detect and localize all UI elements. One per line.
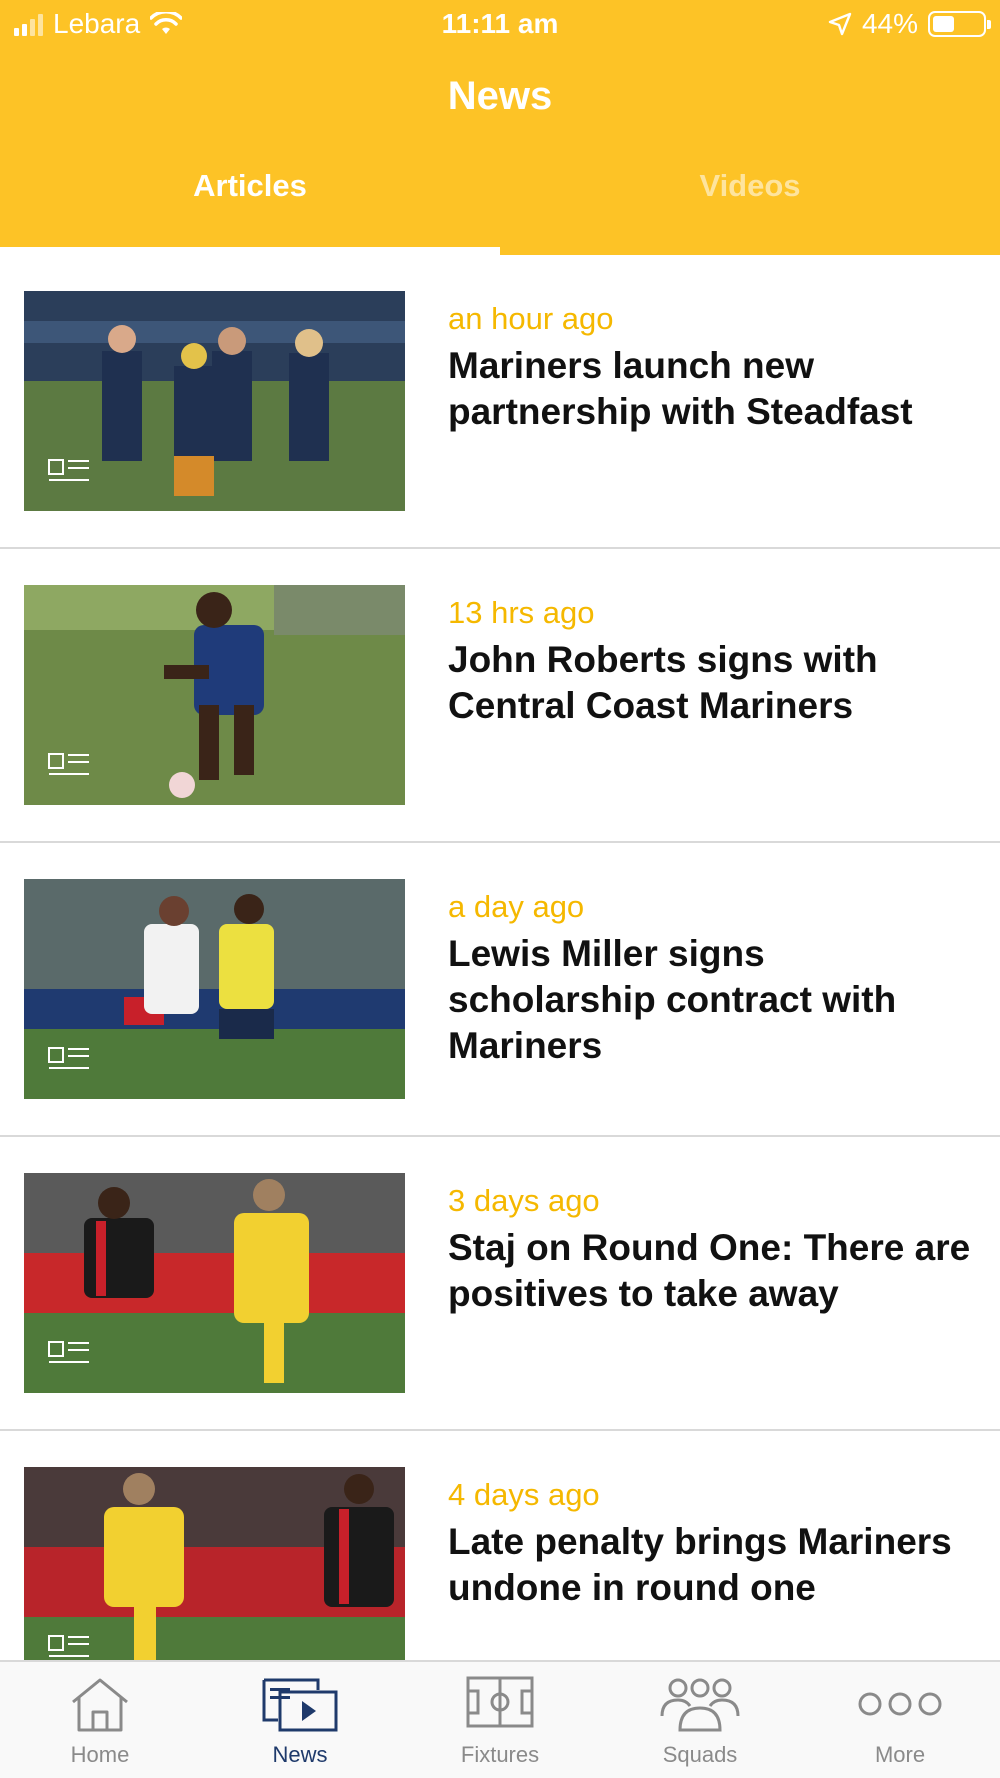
article-text: 3 days ago Staj on Round One: There are … [448, 1181, 978, 1317]
tabbar-more-label: More [874, 1742, 926, 1767]
article-thumbnail [24, 1173, 405, 1393]
segment-tabs: Articles Videos [0, 160, 1000, 255]
pitch-icon [466, 1676, 534, 1728]
article-list[interactable]: an hour ago Mariners launch new partners… [0, 255, 1000, 1660]
article-thumbnail [24, 879, 405, 1099]
article-item[interactable]: 3 days ago Staj on Round One: There are … [0, 1137, 1000, 1431]
article-item[interactable]: an hour ago Mariners launch new partners… [0, 255, 1000, 549]
tab-articles-label: Articles [193, 168, 307, 203]
article-headline: Lewis Miller signs scholarship contract … [448, 933, 897, 1066]
tab-videos-label: Videos [699, 168, 801, 203]
article-icon [48, 753, 89, 775]
article-icon [48, 1047, 89, 1069]
article-text: an hour ago Mariners launch new partners… [448, 299, 978, 435]
article-headline: Staj on Round One: There are positives t… [448, 1227, 971, 1314]
article-time: 3 days ago [448, 1183, 600, 1218]
article-time: a day ago [448, 889, 585, 924]
tab-articles[interactable]: Articles [0, 160, 500, 255]
article-item[interactable]: a day ago Lewis Miller signs scholarship… [0, 843, 1000, 1137]
article-headline: Mariners launch new partnership with Ste… [448, 345, 913, 432]
home-icon [72, 1678, 128, 1732]
status-right: 44% [828, 8, 991, 40]
article-item[interactable]: 13 hrs ago John Roberts signs with Centr… [0, 549, 1000, 843]
article-text: a day ago Lewis Miller signs scholarship… [448, 887, 978, 1069]
tabbar-squads-label: Squads [662, 1742, 738, 1767]
battery-percent: 44% [861, 8, 918, 39]
people-icon [660, 1678, 740, 1732]
article-headline: Late penalty brings Mariners undone in r… [448, 1521, 952, 1608]
active-tab-indicator [0, 247, 500, 255]
header: Lebara 11:11 am 44% News Articles Videos [0, 0, 1000, 255]
penalty-photo-image [24, 1467, 405, 1660]
location-arrow-icon [828, 12, 852, 36]
article-headline: John Roberts signs with Central Coast Ma… [448, 639, 878, 726]
tabbar-fixtures[interactable]: Fixtures [400, 1662, 600, 1778]
article-time: an hour ago [448, 301, 614, 336]
tabbar-squads[interactable]: Squads [600, 1662, 800, 1778]
tabbar-more[interactable]: More [800, 1662, 1000, 1778]
article-icon [48, 459, 89, 481]
tabbar-news[interactable]: News [200, 1662, 400, 1778]
article-thumbnail [24, 585, 405, 805]
tabbar-home[interactable]: Home [0, 1662, 200, 1778]
status-bar: Lebara 11:11 am 44% [0, 0, 1000, 50]
article-thumbnail [24, 1467, 405, 1660]
battery-icon [928, 11, 991, 37]
tabbar-home-label: Home [70, 1742, 130, 1767]
article-time: 4 days ago [448, 1477, 600, 1512]
tabbar-news-label: News [272, 1742, 328, 1767]
bottom-tab-bar: Home News Fixtures Squads More [0, 1660, 1000, 1778]
article-icon [48, 1635, 89, 1657]
tabbar-fixtures-label: Fixtures [460, 1742, 540, 1767]
article-item[interactable]: 4 days ago Late penalty brings Mariners … [0, 1431, 1000, 1660]
article-text: 4 days ago Late penalty brings Mariners … [448, 1475, 978, 1611]
tab-videos[interactable]: Videos [500, 160, 1000, 255]
article-text: 13 hrs ago John Roberts signs with Centr… [448, 593, 978, 729]
more-icon [858, 1692, 942, 1716]
article-icon [48, 1341, 89, 1363]
page-title: News [447, 74, 553, 118]
article-time: 13 hrs ago [448, 595, 595, 630]
article-thumbnail [24, 291, 405, 511]
news-icon [262, 1678, 338, 1732]
